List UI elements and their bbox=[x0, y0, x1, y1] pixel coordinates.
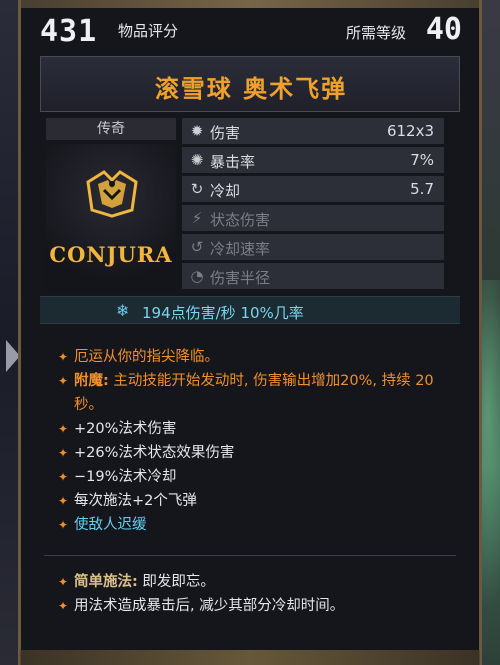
section-divider bbox=[44, 555, 456, 556]
affix-text: +26%法术状态效果伤害 bbox=[74, 445, 235, 461]
affix-line: ✦ 使敌人迟缓 bbox=[56, 513, 456, 537]
affix-list: ✦ 厄运从你的指尖降临。 ✦ 附魔: 主动技能开始发动时, 伤害输出增加20%,… bbox=[56, 345, 456, 537]
radius-icon: ◔ bbox=[190, 267, 204, 285]
stat-value: 5.7 bbox=[410, 180, 434, 198]
stat-value: 612x3 bbox=[386, 122, 434, 140]
item-score-label: 物品评分 bbox=[118, 22, 179, 40]
item-icon-panel: CONJURA bbox=[46, 144, 176, 290]
stat-label: 状态伤害 bbox=[210, 211, 271, 229]
affix-line: ✦ −19%法术冷却 bbox=[56, 465, 456, 489]
stat-label: 伤害 bbox=[210, 124, 241, 142]
stat-row-damage: ✹ 伤害 612x3 bbox=[182, 118, 444, 144]
affix-line: ✦ +20%法术伤害 bbox=[56, 417, 456, 441]
bullet-icon: ✦ bbox=[58, 599, 69, 613]
crit-icon: ✺ bbox=[190, 151, 204, 169]
item-score: 431 bbox=[40, 14, 98, 49]
bullet-icon: ✦ bbox=[58, 446, 69, 460]
item-name: 滚雪球 奥术飞弹 bbox=[154, 75, 348, 103]
affix-line: ✦ 厄运从你的指尖降临。 bbox=[56, 345, 456, 369]
passive-line: ✦ 简单施法: 即发即忘。 bbox=[56, 570, 456, 594]
stat-label: 冷却速率 bbox=[210, 240, 271, 258]
snowflake-icon: ❄ bbox=[116, 301, 130, 320]
bullet-icon: ✦ bbox=[58, 422, 69, 436]
bullet-icon: ✦ bbox=[58, 470, 69, 484]
affix-text: 厄运从你的指尖降临。 bbox=[74, 349, 219, 365]
affix-text: −19%法术冷却 bbox=[74, 469, 177, 485]
spellbook-rune-icon bbox=[86, 170, 138, 218]
frame-bottom-ornament bbox=[20, 650, 480, 665]
affix-text: 主动技能开始发动时, 伤害输出增加20%, 持续 20秒。 bbox=[74, 373, 434, 413]
stat-row-crit: ✺ 暴击率 7% bbox=[182, 147, 444, 173]
bullet-icon: ✦ bbox=[58, 350, 69, 364]
frame-top-ornament bbox=[20, 0, 480, 8]
required-level: 40 bbox=[425, 12, 462, 47]
status-damage-icon: ⚡ bbox=[191, 209, 203, 227]
item-title-band: 滚雪球 奥术飞弹 bbox=[40, 56, 460, 112]
bullet-icon: ✦ bbox=[58, 374, 69, 388]
passive-text: 即发即忘。 bbox=[137, 574, 215, 590]
tooltip-header: 431 物品评分 所需等级 40 bbox=[30, 8, 470, 52]
affix-line: ✦ 每次施法+2个飞弹 bbox=[56, 489, 456, 513]
stat-label: 伤害半径 bbox=[210, 269, 271, 287]
required-level-label: 所需等级 bbox=[345, 24, 406, 42]
cooldown-icon: ↻ bbox=[190, 180, 204, 198]
stat-row-cooldown: ↻ 冷却 5.7 bbox=[182, 176, 444, 202]
passive-list: ✦ 简单施法: 即发即忘。 ✦ 用法术造成暴击后, 减少其部分冷却时间。 bbox=[56, 570, 456, 618]
bullet-icon: ✦ bbox=[58, 575, 69, 589]
damage-icon: ✹ bbox=[190, 122, 204, 140]
passive-prefix: 简单施法: bbox=[74, 574, 138, 590]
dps-text: 194点伤害/秒 10%几率 bbox=[142, 304, 304, 322]
stat-label: 暴击率 bbox=[210, 153, 256, 171]
stat-row-cooldown-speed: ↺ 冷却速率 bbox=[182, 234, 444, 260]
affix-prefix: 附魔: bbox=[74, 373, 109, 389]
dps-bar: ❄ 194点伤害/秒 10%几率 bbox=[40, 296, 460, 324]
rarity-label: 传奇 bbox=[46, 118, 176, 140]
affix-text: 使敌人迟缓 bbox=[74, 517, 147, 533]
brand-logo: CONJURA bbox=[49, 242, 173, 267]
stat-value: 7% bbox=[410, 151, 434, 169]
bullet-icon: ✦ bbox=[58, 494, 69, 508]
affix-line: ✦ +26%法术状态效果伤害 bbox=[56, 441, 456, 465]
bullet-icon: ✦ bbox=[58, 518, 69, 532]
affix-line: ✦ 附魔: 主动技能开始发动时, 伤害输出增加20%, 持续 20秒。 bbox=[56, 369, 456, 417]
passive-text: 用法术造成暴击后, 减少其部分冷却时间。 bbox=[74, 598, 345, 614]
passive-line: ✦ 用法术造成暴击后, 减少其部分冷却时间。 bbox=[56, 594, 456, 618]
stat-label: 冷却 bbox=[210, 182, 241, 200]
affix-text: 每次施法+2个飞弹 bbox=[74, 493, 197, 509]
cooldown-speed-icon: ↺ bbox=[190, 238, 204, 256]
affix-text: +20%法术伤害 bbox=[74, 421, 177, 437]
stat-row-radius: ◔ 伤害半径 bbox=[182, 263, 444, 289]
stat-row-status-damage: ⚡ 状态伤害 bbox=[182, 205, 444, 231]
